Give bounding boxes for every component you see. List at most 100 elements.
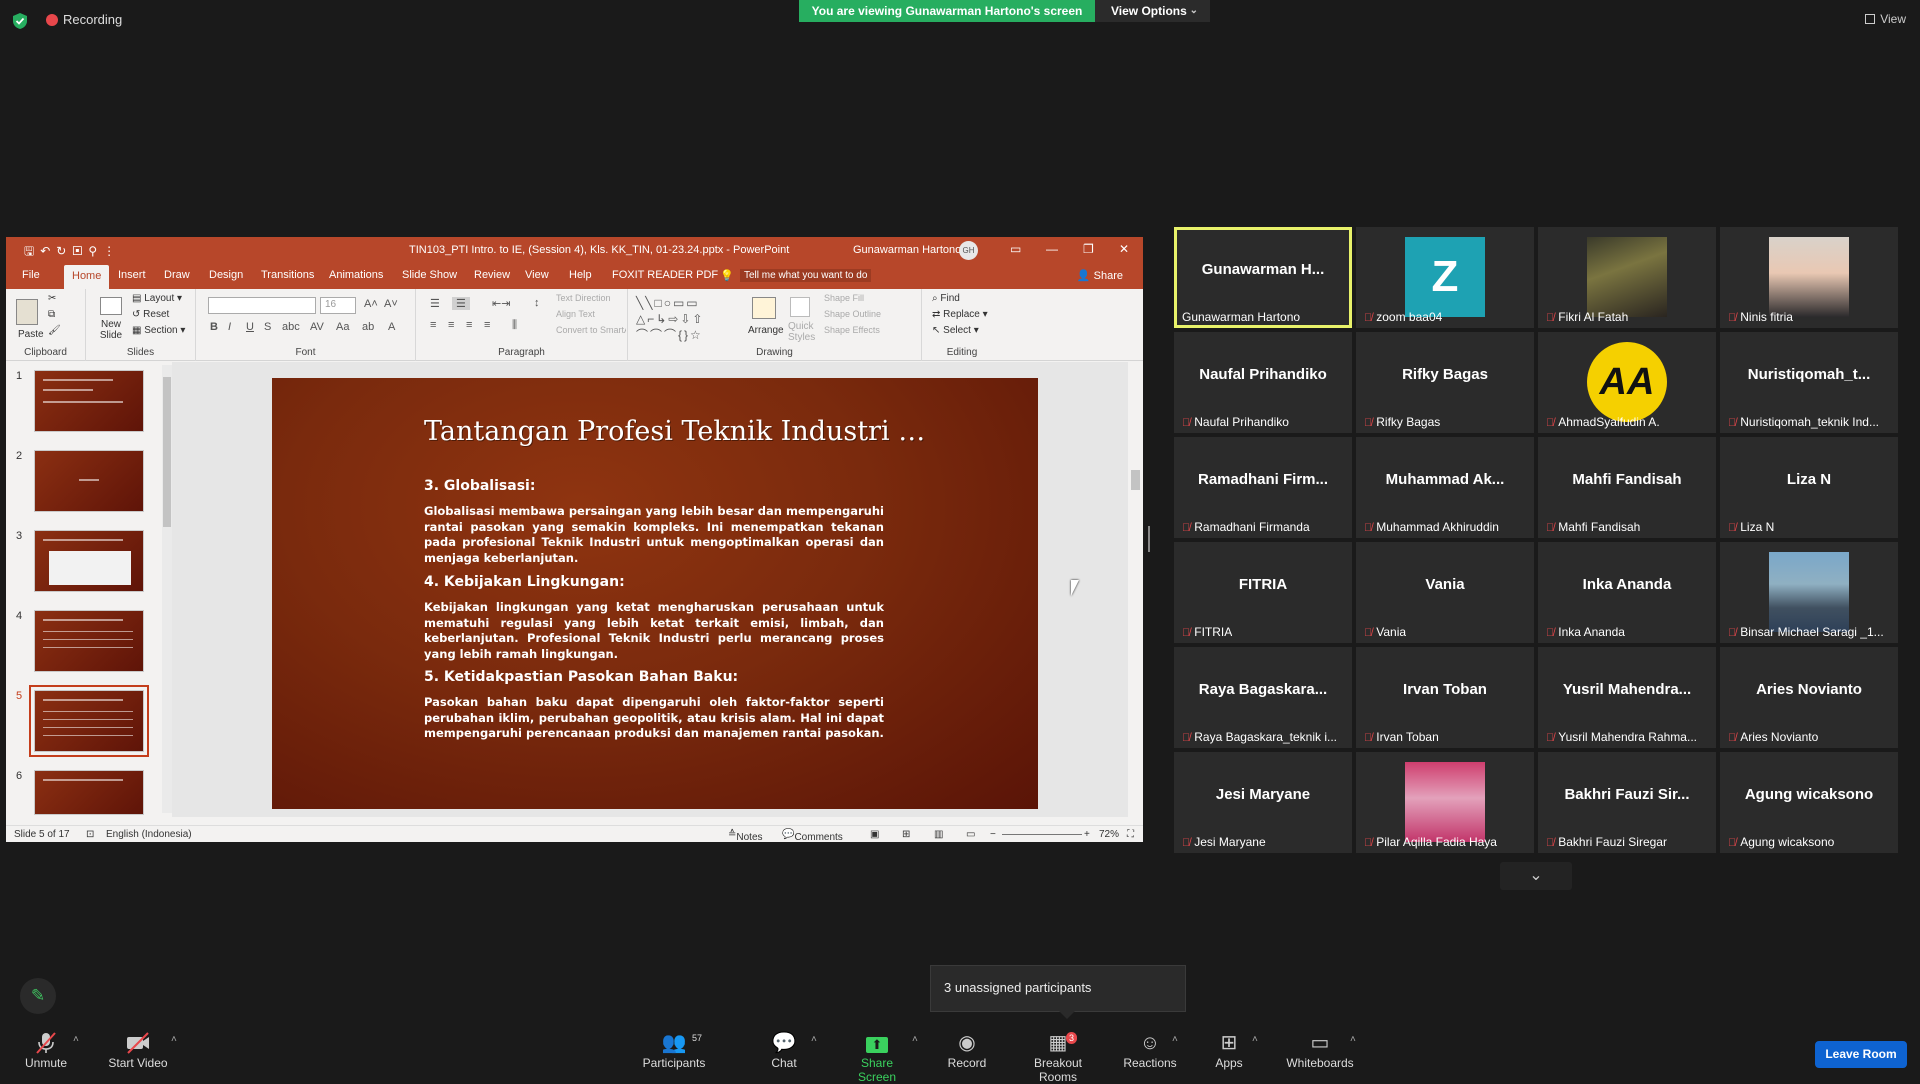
italic-icon[interactable]: I [228, 321, 231, 333]
apps-button[interactable]: ⊞ Apps [1214, 1030, 1244, 1070]
participant-tile[interactable]: 🎙̸ Pilar Aqilla Fadia Haya [1356, 752, 1534, 853]
tab-home[interactable]: Home [64, 265, 110, 289]
participant-tile[interactable]: Muhammad Ak... 🎙̸ Muhammad Akhiruddin [1356, 437, 1534, 538]
participant-tile[interactable]: Bakhri Fauzi Sir... 🎙̸ Bakhri Fauzi Sirega… [1538, 752, 1716, 853]
char-spacing-icon[interactable]: AV [310, 321, 324, 333]
tab-file[interactable]: File [22, 269, 40, 281]
paste-icon[interactable] [16, 299, 38, 325]
whiteboards-caret[interactable]: ˄ [1350, 1034, 1356, 1045]
layout-button[interactable]: ▤ Layout ▾ [132, 293, 182, 304]
accessibility-icon[interactable]: ⊡ [86, 829, 94, 840]
slide-thumbnail-1[interactable] [34, 370, 144, 432]
underline-icon[interactable]: U [246, 321, 254, 333]
arrange-icon[interactable] [752, 297, 776, 319]
participant-tile[interactable]: Agung wicaksono 🎙̸ Agung wicaksono [1720, 752, 1898, 853]
tab-animations[interactable]: Animations [329, 269, 383, 281]
new-slide-label[interactable]: New Slide [96, 319, 126, 341]
slide-title[interactable]: Tantangan Profesi Teknik Industri … [424, 416, 925, 447]
leave-room-button[interactable]: Leave Room [1815, 1041, 1907, 1068]
shape-effects-button[interactable]: Shape Effects [824, 325, 880, 335]
font-name-input[interactable] [208, 297, 316, 314]
apps-caret[interactable]: ˄ [1252, 1034, 1258, 1045]
slide-sorter-icon[interactable]: ⊞ [902, 829, 910, 840]
indent-icon[interactable]: ⇤⇥ [492, 297, 510, 310]
justify-icon[interactable]: ≡ [484, 319, 490, 331]
slide-heading-pasokan[interactable]: 5. Ketidakpastian Pasokan Bahan Baku: [424, 669, 738, 685]
cut-icon[interactable]: ✂ [48, 293, 56, 304]
view-button[interactable]: View [1865, 12, 1906, 26]
slide-thumbnail-4[interactable] [34, 610, 144, 672]
share-options-caret[interactable]: ˄ [912, 1034, 918, 1045]
tab-design[interactable]: Design [209, 269, 243, 281]
slide-paragraph[interactable]: Pasokan bahan baku dapat dipengaruhi ole… [424, 695, 884, 742]
zoom-level[interactable]: 72% [1099, 829, 1119, 840]
share-button[interactable]: 👤 Share [1077, 269, 1123, 282]
slideshow-view-icon[interactable]: ▭ [966, 829, 975, 840]
participant-tile[interactable]: FITRIA 🎙̸ FITRIA [1174, 542, 1352, 643]
participant-tile[interactable]: Irvan Toban 🎙̸ Irvan Toban [1356, 647, 1534, 748]
quick-access-toolbar[interactable]: 🖫↶↻▣⚲⋮ [24, 242, 121, 263]
chat-options-caret[interactable]: ˄ [811, 1034, 817, 1045]
decrease-font-icon[interactable]: A˅ [384, 298, 398, 310]
reactions-caret[interactable]: ˄ [1172, 1034, 1178, 1045]
slide-thumbnail-3[interactable] [34, 530, 144, 592]
quick-styles-label[interactable]: Quick Styles [788, 321, 815, 343]
zoom-out-icon[interactable]: − [990, 829, 996, 840]
audio-options-caret[interactable]: ˄ [73, 1034, 79, 1045]
strikethrough-icon[interactable]: abc [282, 321, 300, 333]
participant-tile[interactable]: 🎙̸ Binsar Michael Saragi _1... [1720, 542, 1898, 643]
slide-thumbnail-5[interactable] [29, 685, 149, 757]
restore-icon[interactable]: ❐ [1083, 242, 1094, 256]
participant-tile[interactable]: Aries Novianto 🎙̸ Aries Novianto [1720, 647, 1898, 748]
minimize-icon[interactable]: — [1046, 242, 1058, 256]
line-spacing-icon[interactable]: ↕ [534, 297, 540, 309]
participant-tile[interactable]: Mahfi Fandisah 🎙̸ Mahfi Fandisah [1538, 437, 1716, 538]
quick-styles-icon[interactable] [790, 297, 810, 317]
section-button[interactable]: ▦ Section ▾ [132, 325, 185, 336]
arrange-label[interactable]: Arrange [748, 325, 784, 336]
view-options-button[interactable]: View Options ⌄ [1095, 0, 1210, 22]
comments-button[interactable]: 💬 Comments [782, 829, 843, 842]
close-icon[interactable]: ✕ [1119, 242, 1129, 256]
participant-tile[interactable]: Gunawarman H... Gunawarman Hartono [1174, 227, 1352, 328]
tab-insert[interactable]: Insert [118, 269, 146, 281]
zoom-slider[interactable] [1002, 834, 1082, 835]
format-painter-icon[interactable]: 🖌 [48, 325, 61, 336]
language-status[interactable]: English (Indonesia) [106, 829, 192, 840]
reading-view-icon[interactable]: ▥ [934, 829, 943, 840]
start-video-button[interactable]: Start Video [106, 1030, 170, 1070]
bullets-icon[interactable]: ☰ [430, 297, 440, 310]
participant-tile[interactable]: Liza N 🎙̸ Liza N [1720, 437, 1898, 538]
record-button[interactable]: ◉ Record [945, 1030, 989, 1070]
slide-heading-globalisasi[interactable]: 3. Globalisasi: [424, 478, 535, 494]
security-shield-icon[interactable] [12, 12, 28, 30]
participant-tile[interactable]: 🎙̸ Ninis fitria [1720, 227, 1898, 328]
align-center-icon[interactable]: ≡ [448, 319, 454, 331]
reset-button[interactable]: ↺ Reset [132, 309, 169, 320]
whiteboards-button[interactable]: ▭ Whiteboards [1284, 1030, 1356, 1070]
scroll-thumb[interactable] [163, 377, 171, 527]
find-button[interactable]: ⌕ Find [932, 293, 960, 304]
convert-smartart-button[interactable]: Convert to SmartArt [556, 325, 626, 335]
tab-review[interactable]: Review [474, 269, 510, 281]
participant-tile[interactable]: Nuristiqomah_t... 🎙̸ Nuristiqomah_teknik I… [1720, 332, 1898, 433]
participant-tile[interactable]: Naufal Prihandiko 🎙̸ Naufal Prihandiko [1174, 332, 1352, 433]
current-slide[interactable]: Tantangan Profesi Teknik Industri … 3. G… [272, 378, 1038, 809]
participant-tile[interactable]: Raya Bagaskara... 🎙̸ Raya Bagaskara_teknik… [1174, 647, 1352, 748]
participant-tile[interactable]: Rifky Bagas 🎙̸ Rifky Bagas [1356, 332, 1534, 433]
reactions-button[interactable]: ☺ Reactions [1122, 1030, 1178, 1070]
slide-thumbnail-2[interactable] [34, 450, 144, 512]
participant-tile[interactable]: Vania 🎙̸ Vania [1356, 542, 1534, 643]
participant-tile[interactable]: Inka Ananda 🎙̸ Inka Ananda [1538, 542, 1716, 643]
normal-view-icon[interactable]: ▣ [870, 829, 879, 840]
share-screen-button[interactable]: ⬆ Share Screen [842, 1030, 912, 1084]
tab-view[interactable]: View [525, 269, 549, 281]
font-color-icon[interactable]: A [388, 321, 395, 333]
numbering-icon[interactable]: ☰ [452, 297, 470, 310]
slide-thumbnail-6[interactable] [34, 770, 144, 815]
participant-tile[interactable]: Z 🎙̸ zoom baa04 [1356, 227, 1534, 328]
participants-button[interactable]: 👥 57 Participants [641, 1030, 707, 1070]
participant-tile[interactable]: 🎙̸ Fikri Al Fatah [1538, 227, 1716, 328]
slide-scrollbar[interactable] [1128, 362, 1143, 817]
zoom-in-icon[interactable]: + [1084, 829, 1090, 840]
